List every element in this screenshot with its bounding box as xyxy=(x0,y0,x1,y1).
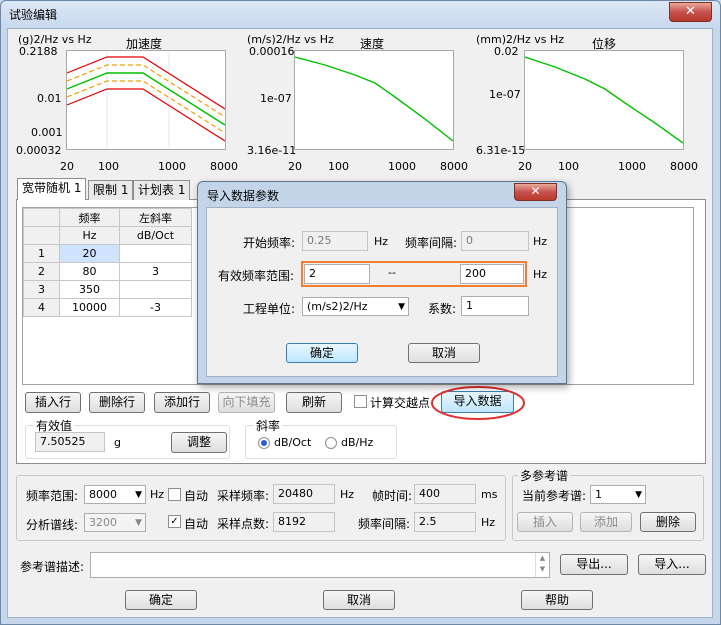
dialog-title: 导入数据参数 xyxy=(207,189,280,203)
import-params-dialog: 导入数据参数 ✕ 开始频率: 0.25 Hz 频率间隔: 0 Hz 有效频率范围… xyxy=(197,181,567,384)
range-unit: Hz xyxy=(533,268,548,281)
range-from-field[interactable]: 2 xyxy=(304,264,370,284)
dialog-cancel-button[interactable]: 取消 xyxy=(408,343,480,363)
start-freq-unit: Hz xyxy=(374,235,389,248)
coef-label: 系数: xyxy=(428,302,457,316)
coef-field[interactable]: 1 xyxy=(461,296,529,316)
valid-range-label: 有效频率范围: xyxy=(218,269,295,283)
dialog-interval-field: 0 xyxy=(461,231,529,251)
chevron-down-icon: ▼ xyxy=(398,302,405,312)
eng-unit-value: (m/s2)2/Hz xyxy=(307,300,368,313)
range-dash: -- xyxy=(388,266,396,279)
dialog-close-icon[interactable]: ✕ xyxy=(514,183,557,201)
dialog-interval-unit: Hz xyxy=(533,235,548,248)
eng-unit-label: 工程单位: xyxy=(243,302,296,316)
range-to-field[interactable]: 200 xyxy=(460,264,524,284)
start-freq-label: 开始频率: xyxy=(243,236,296,250)
dialog-interval-label: 频率间隔: xyxy=(405,236,458,250)
dialog-ok-button[interactable]: 确定 xyxy=(286,343,358,363)
eng-unit-select[interactable]: (m/s2)2/Hz ▼ xyxy=(302,297,409,316)
annotation-ellipse xyxy=(431,386,525,420)
start-freq-field: 0.25 xyxy=(302,231,368,251)
